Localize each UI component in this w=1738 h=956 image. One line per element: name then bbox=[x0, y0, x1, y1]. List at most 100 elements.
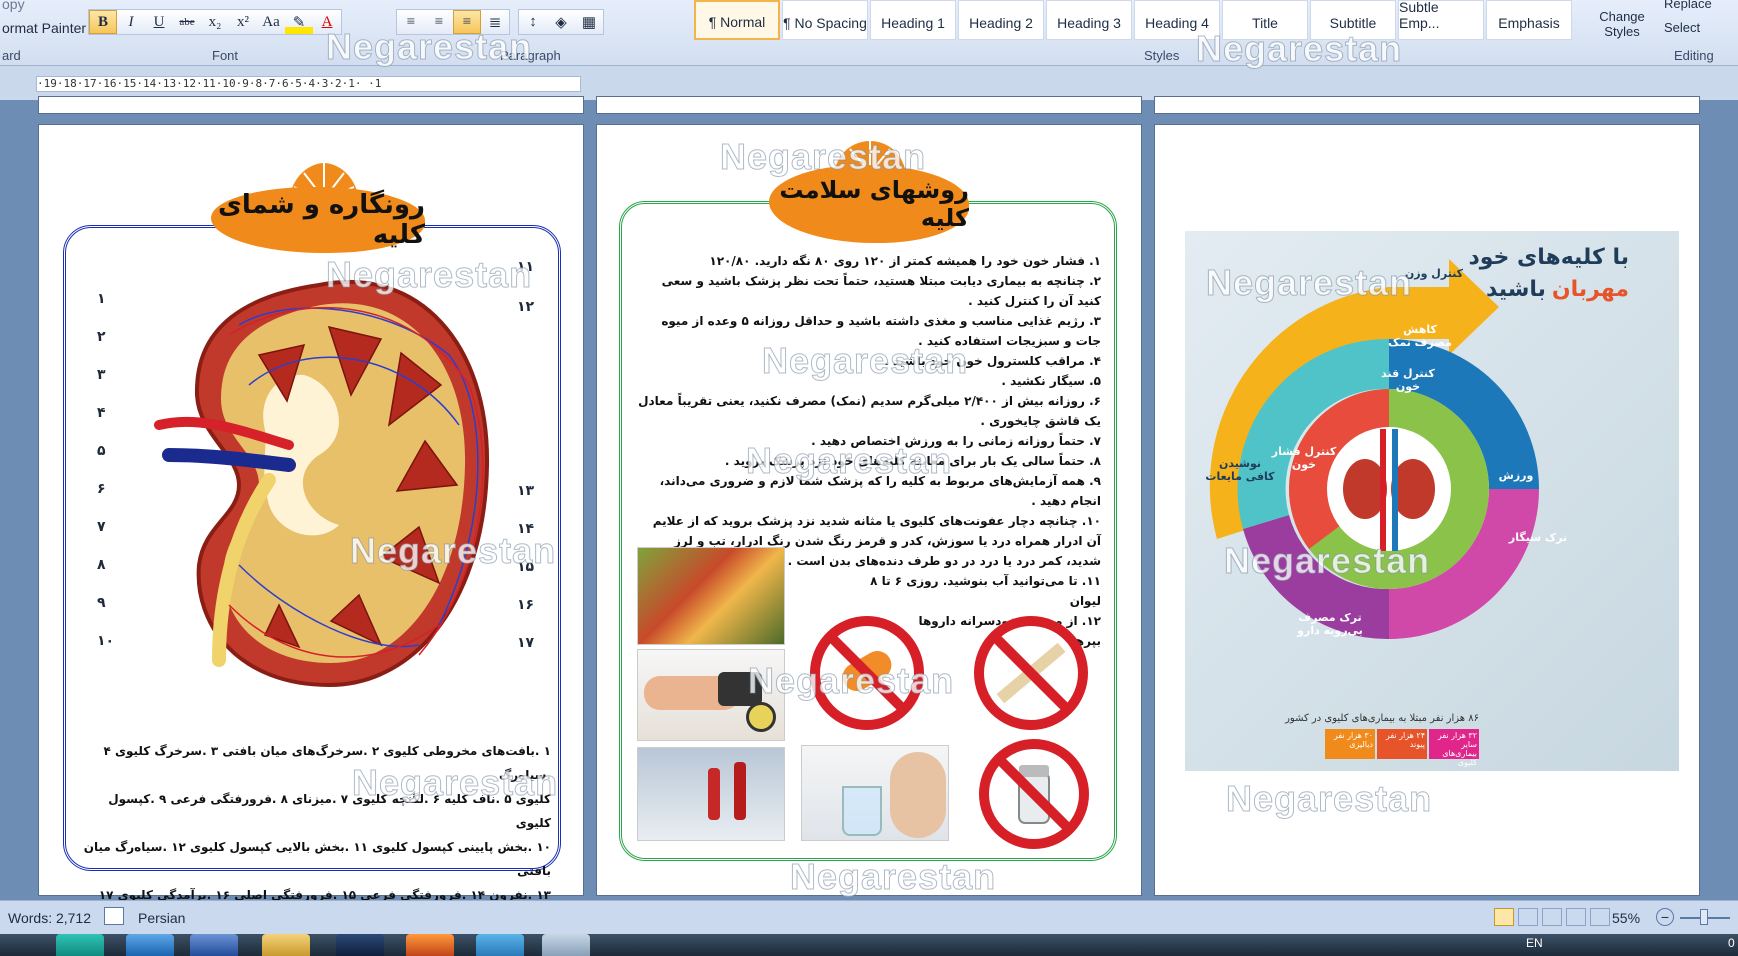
word-icon[interactable] bbox=[190, 934, 238, 956]
full-screen-reading-icon[interactable] bbox=[1518, 908, 1538, 926]
callout-number: ۱ bbox=[97, 291, 106, 307]
watermark-text: Negarestan bbox=[719, 136, 927, 178]
style-item[interactable]: Emphasis bbox=[1486, 0, 1572, 40]
wheel-segment-label: کنترل فشار خون bbox=[1271, 445, 1337, 471]
superscript-button[interactable]: x² bbox=[229, 10, 257, 34]
callout-number: ۳ bbox=[97, 367, 106, 383]
watermark-text: Negarestan bbox=[1225, 778, 1433, 820]
callout-number: ۷ bbox=[97, 519, 106, 535]
select-button[interactable]: Select bbox=[1664, 20, 1700, 35]
input-language-indicator[interactable]: EN bbox=[1526, 936, 1543, 950]
style-item[interactable]: Subtle Emp... bbox=[1398, 0, 1484, 40]
styles-group-label: Styles bbox=[1144, 48, 1180, 63]
legend-line: ۱۰ .بخش پایینی کپسول کلیوی ۱۱ .بخش بالای… bbox=[83, 840, 551, 878]
wheel-segment-label: نوشیدن کافی مایعات bbox=[1205, 457, 1275, 483]
borders-icon[interactable]: ▦ bbox=[575, 10, 603, 34]
language-indicator[interactable]: Persian bbox=[138, 910, 185, 926]
no-smoking-icon bbox=[974, 616, 1088, 730]
replace-button[interactable]: Replace bbox=[1664, 0, 1712, 11]
internet-explorer-icon[interactable] bbox=[126, 934, 174, 956]
wheel-segment-label: کنترل قند خون bbox=[1381, 367, 1435, 393]
watermark-text: Negarestan bbox=[789, 856, 997, 898]
jogging-photo bbox=[637, 747, 785, 841]
callout-number: ۱۳ bbox=[517, 483, 535, 499]
page-middle[interactable]: روشهای سلامت کلیه ۱. فشار خون خود را همی… bbox=[596, 124, 1142, 896]
watermark-text: Negarestan bbox=[351, 762, 559, 804]
outline-icon[interactable] bbox=[1566, 908, 1586, 926]
bold-button[interactable]: B bbox=[89, 10, 117, 34]
highlight-icon[interactable]: ✎ bbox=[285, 10, 313, 34]
stats-caption: ۸۶ هزار نفر مبتلا به بیماری‌های کلیوی در… bbox=[1285, 713, 1479, 724]
watermark-text: Negarestan bbox=[1205, 262, 1413, 304]
photoshop-icon[interactable] bbox=[336, 934, 384, 956]
print-layout-icon[interactable] bbox=[1494, 908, 1514, 926]
callout-number: ۱۷ bbox=[517, 635, 535, 651]
draft-icon[interactable] bbox=[1590, 908, 1610, 926]
horizontal-ruler[interactable]: ·19·18·17·16·15·14·13·12·11·10·9·8·7·6·5… bbox=[36, 76, 581, 92]
wheel-segment-label: ترک مصرف بی‌رویه دارو bbox=[1297, 611, 1363, 637]
style-item[interactable]: ¶ No Spacing bbox=[782, 0, 868, 40]
style-item[interactable]: Heading 1 bbox=[870, 0, 956, 40]
infographic-panel: با کلیه‌های خود مهربان باشید کنترل وزن کا… bbox=[1185, 231, 1679, 771]
watermark-text: Negarestan bbox=[1223, 540, 1431, 582]
no-salt-icon bbox=[979, 739, 1089, 849]
view-buttons bbox=[1494, 908, 1610, 926]
callout-number: ۱۰ bbox=[97, 633, 115, 649]
wheel-segment-label: ورزش bbox=[1498, 469, 1534, 482]
clipboard-group-label: ard bbox=[2, 48, 21, 63]
wheel-segment-label: کاهش مصرف نمک bbox=[1388, 323, 1452, 349]
callout-number: ۵ bbox=[97, 443, 106, 459]
change-case-button[interactable]: Aa bbox=[257, 10, 285, 34]
paint-icon[interactable] bbox=[542, 934, 590, 956]
font-group-label: Font bbox=[212, 48, 239, 63]
web-layout-icon[interactable] bbox=[1542, 908, 1562, 926]
telegram-icon[interactable] bbox=[476, 934, 524, 956]
stat-box: ۲۴ هزار نفر پیوند bbox=[1377, 729, 1427, 759]
firefox-icon[interactable] bbox=[406, 934, 454, 956]
wheel-segment-label: ترک سیگار bbox=[1508, 531, 1568, 544]
skype-icon[interactable] bbox=[56, 934, 104, 956]
kidney-diagram bbox=[154, 279, 490, 688]
style-item[interactable]: Heading 2 bbox=[958, 0, 1044, 40]
file-explorer-icon[interactable] bbox=[262, 934, 310, 956]
status-bar: Words: 2,712 Persian 55% − bbox=[0, 900, 1738, 934]
page-left-title: رونگاره و شمای کلیه bbox=[211, 187, 425, 253]
subscript-button[interactable]: x₂ bbox=[201, 10, 229, 34]
callout-number: ۸ bbox=[97, 557, 106, 573]
word-count[interactable]: Words: 2,712 bbox=[8, 910, 91, 926]
italic-button[interactable]: I bbox=[117, 10, 145, 34]
callout-number: ۱۶ bbox=[517, 597, 535, 613]
style-item[interactable]: Heading 3 bbox=[1046, 0, 1132, 40]
taskbar: EN 0 bbox=[0, 934, 1738, 956]
zoom-out-icon[interactable]: − bbox=[1656, 908, 1674, 926]
callout-number: ۶ bbox=[97, 481, 106, 497]
watermark-text: Negarestan bbox=[747, 660, 955, 702]
prev-page-bottom-left bbox=[38, 96, 584, 114]
underline-button[interactable]: U bbox=[145, 10, 173, 34]
clock[interactable]: 0 bbox=[1728, 936, 1735, 950]
watermark-text: Negarestan bbox=[349, 530, 557, 572]
watermark-text: Negarestan bbox=[745, 440, 953, 482]
font-format-toolbar: B I U abe x₂ x² Aa ✎ A bbox=[88, 9, 342, 35]
prev-page-bottom-right bbox=[1154, 96, 1700, 114]
health-tip-item: ۶. روزانه بیش از ۲/۴۰۰ میلی‌گرم سدیم (نم… bbox=[638, 394, 1101, 428]
zoom-slider-thumb[interactable] bbox=[1700, 909, 1708, 925]
format-painter-button[interactable]: ormat Painter bbox=[2, 20, 86, 36]
copy-button[interactable]: opy bbox=[2, 0, 25, 12]
watermark-text: Negarestan bbox=[761, 340, 969, 382]
watermark-text: Negarestan bbox=[1195, 28, 1403, 70]
stat-box: ۳۲ هزار نفر سایر بیماری‌های کلیوی bbox=[1429, 729, 1479, 767]
change-styles-button[interactable]: Change Styles bbox=[1594, 9, 1650, 39]
vegetables-photo bbox=[637, 547, 785, 645]
watermark-text: Negarestan bbox=[325, 254, 533, 296]
shading-icon[interactable]: ◈ bbox=[547, 10, 575, 34]
proofing-icon[interactable] bbox=[104, 907, 124, 925]
watermark-text: Negarestan bbox=[325, 26, 533, 68]
styles-gallery: ¶ Normal ¶ No Spacing Heading 1 Heading 2 He… bbox=[694, 0, 1590, 40]
zoom-level[interactable]: 55% bbox=[1612, 910, 1640, 926]
callout-number: ۱۲ bbox=[517, 299, 535, 315]
stat-box: ۳۰ هزار نفر دیالیزی bbox=[1325, 729, 1375, 759]
strikethrough-button[interactable]: abe bbox=[173, 10, 201, 34]
health-tip-item: ۱. فشار خون خود را همیشه کمتر از ۱۲۰ روی… bbox=[709, 254, 1101, 268]
style-item[interactable]: ¶ Normal bbox=[694, 0, 780, 40]
